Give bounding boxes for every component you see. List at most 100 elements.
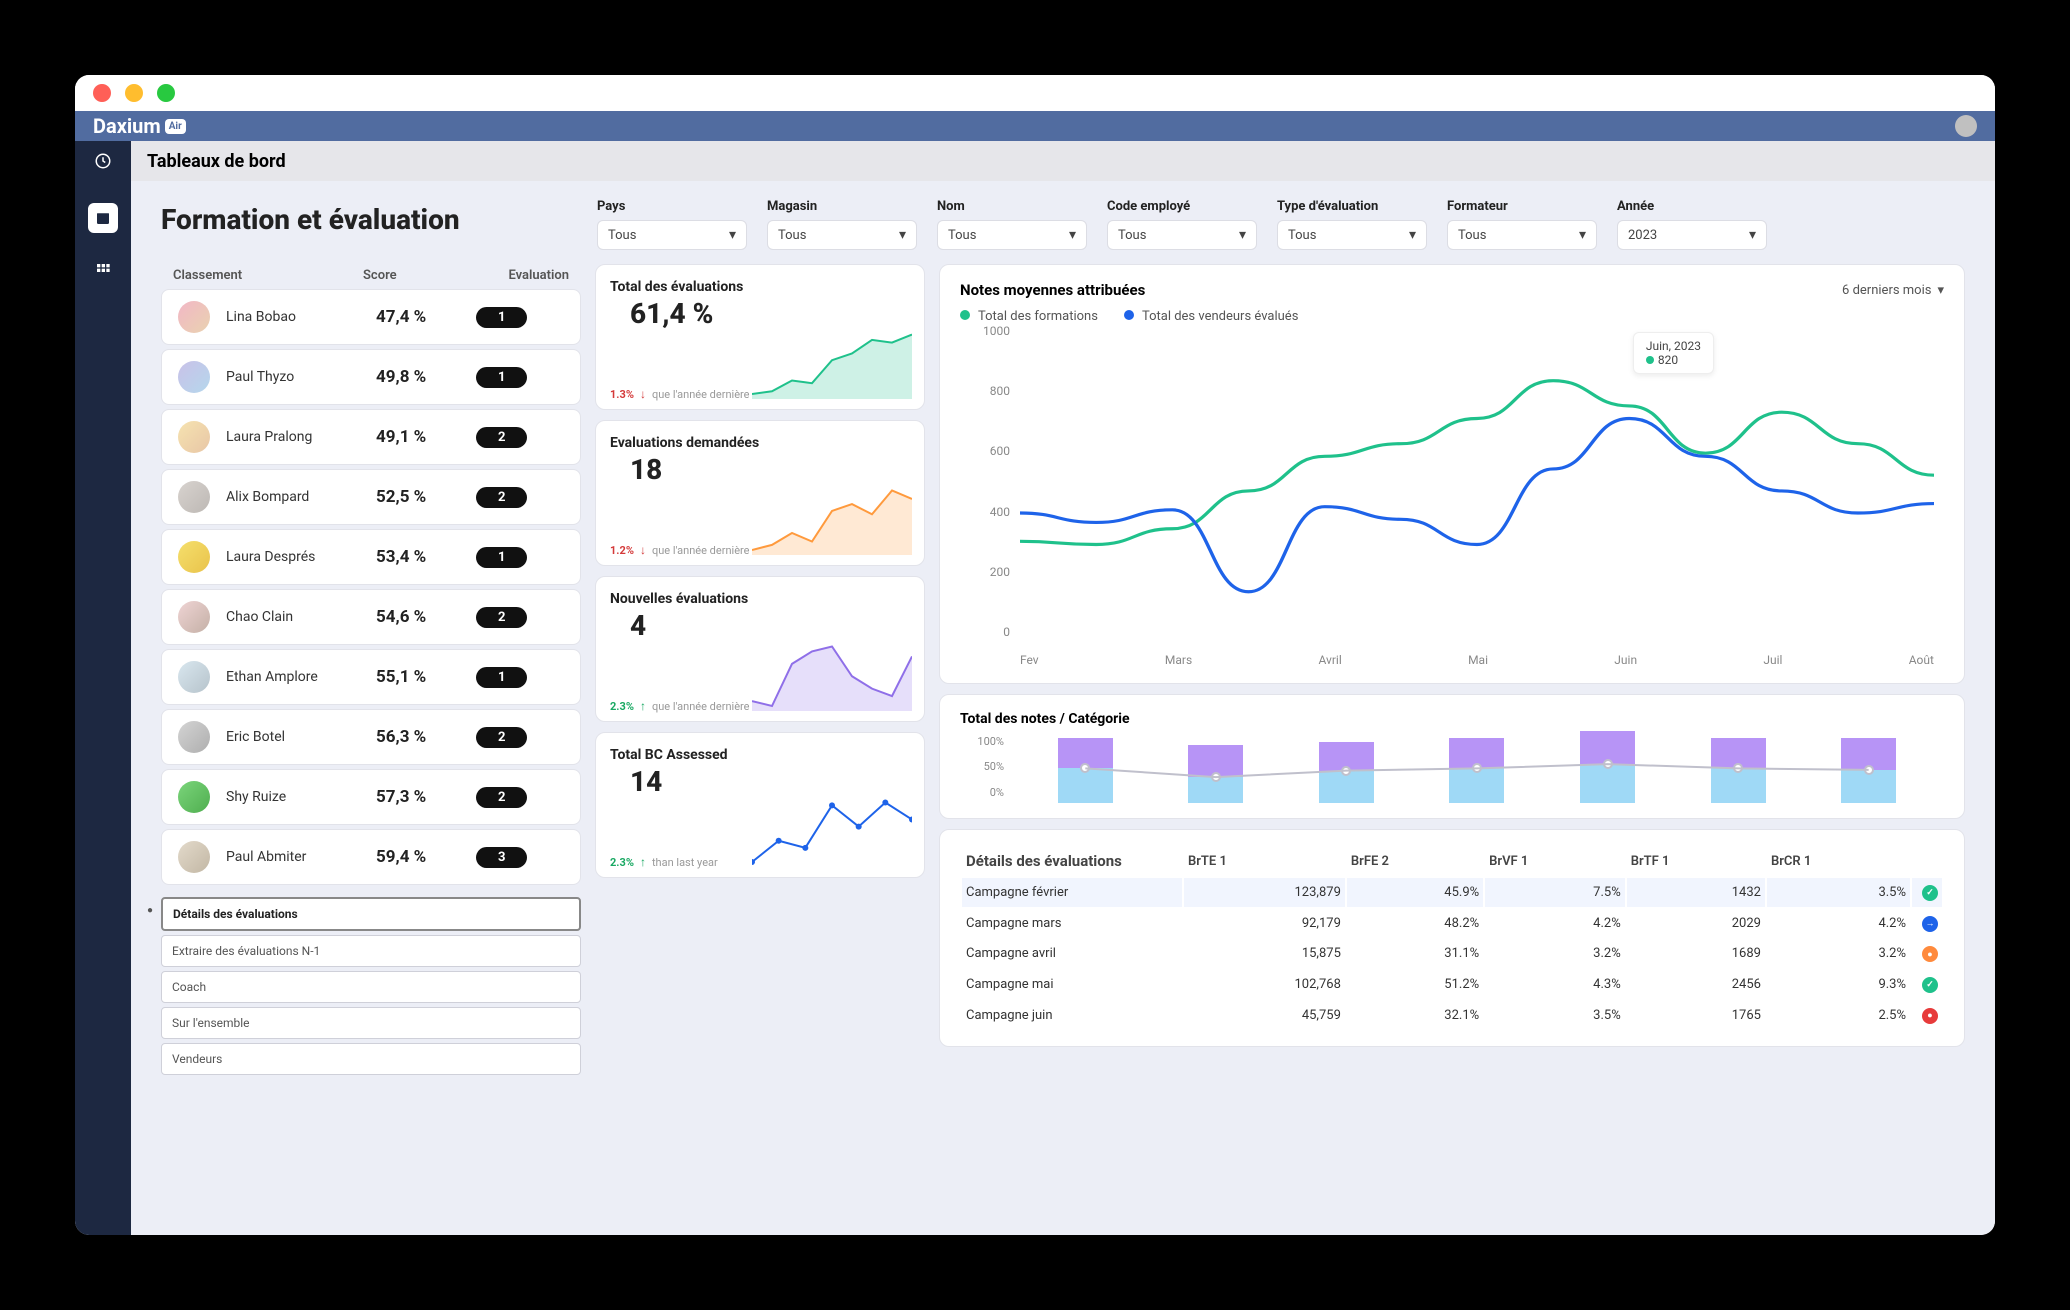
arrow-up-icon: ↑ <box>640 855 646 869</box>
tab[interactable]: Sur l'ensemble <box>161 1007 581 1039</box>
legend-dot-icon <box>1124 310 1134 320</box>
tab[interactable]: Coach <box>161 971 581 1003</box>
right-column: Notes moyennes attribuées 6 derniers moi… <box>939 264 1965 1217</box>
filter-select[interactable]: Tous▾ <box>767 220 917 250</box>
chevron-down-icon: ▾ <box>1069 227 1076 243</box>
table-row[interactable]: Campagne mai102,76851.2%4.3%24569.3%✓ <box>962 970 1942 999</box>
chevron-down-icon: ▾ <box>1239 227 1246 243</box>
kpi-value: 4 <box>610 609 910 642</box>
filter-select[interactable]: Tous▾ <box>1107 220 1257 250</box>
nav-dashboard[interactable] <box>88 203 118 233</box>
table-row[interactable]: Campagne février123,87945.9%7.5%14323.5%… <box>962 878 1942 907</box>
details-table: Détails des évaluationsBrTE 1BrFE 2BrVF … <box>960 844 1944 1032</box>
kpi-note: que l'année dernière <box>652 700 750 713</box>
row-eval-badge: 2 <box>476 607 527 628</box>
tab[interactable]: Détails des évaluations <box>161 897 581 931</box>
table-row[interactable]: Campagne juin45,75932.1%3.5%17652.5%● <box>962 1001 1942 1030</box>
marker-dot-icon <box>1211 772 1221 782</box>
stacked-bar <box>1711 738 1766 803</box>
filter-select[interactable]: Tous▾ <box>597 220 747 250</box>
row-name: Laura Pralong <box>226 429 376 445</box>
marker-dot-icon <box>1472 763 1482 773</box>
tab[interactable]: Extraire des évaluations N-1 <box>161 935 581 967</box>
kpi-card: Nouvelles évaluations42.3% ↑ que l'année… <box>595 576 925 722</box>
ranking-list: Lina Bobao47,4 %1Paul Thyzo49,8 %1Laura … <box>161 289 581 885</box>
rank-row[interactable]: Paul Thyzo49,8 %1 <box>161 349 581 405</box>
kpi-title: Total BC Assessed <box>610 747 910 763</box>
row-score: 53,4 % <box>376 547 476 567</box>
period-selector[interactable]: 6 derniers mois ▾ <box>1842 283 1944 298</box>
kpi-title: Evaluations demandées <box>610 435 910 451</box>
rank-row[interactable]: Lina Bobao47,4 %1 <box>161 289 581 345</box>
rank-row[interactable]: Ethan Amplore55,1 %1 <box>161 649 581 705</box>
kpi-pct: 2.3% <box>610 856 634 869</box>
tab[interactable]: Vendeurs <box>161 1043 581 1075</box>
avatar <box>178 721 210 753</box>
filter-select[interactable]: 2023▾ <box>1617 220 1767 250</box>
row-eval-badge: 1 <box>476 547 527 568</box>
filter-0: PaysTous▾ <box>597 199 747 250</box>
stacked-chart-card: Total des notes / Catégorie 100%50%0% <box>939 694 1965 819</box>
kpi-pct: 2.3% <box>610 700 634 713</box>
row-name: Laura Després <box>226 549 376 565</box>
avatar <box>178 541 210 573</box>
row-eval-badge: 2 <box>476 727 527 748</box>
line-chart-card: Notes moyennes attribuées 6 derniers moi… <box>939 264 1965 684</box>
rank-row[interactable]: Shy Ruize57,3 %2 <box>161 769 581 825</box>
kpi-pct: 1.3% <box>610 388 634 401</box>
rank-row[interactable]: Laura Després53,4 %1 <box>161 529 581 585</box>
sidebar-nav <box>75 181 131 1235</box>
ranking-panel: Classement Score Evaluation Lina Bobao47… <box>161 264 581 1217</box>
row-eval-badge: 1 <box>476 307 527 328</box>
chevron-down-icon: ▾ <box>729 227 736 243</box>
kpi-card: Evaluations demandées181.2% ↓ que l'anné… <box>595 420 925 566</box>
filter-3: Code employéTous▾ <box>1107 199 1257 250</box>
nav-icon-history[interactable] <box>75 141 131 181</box>
arrow-down-icon: ↓ <box>640 543 646 557</box>
filters-row: Formation et évaluation PaysTous▾Magasin… <box>131 181 1995 250</box>
stacked-y-axis: 100%50%0% <box>960 731 1010 803</box>
plot-area: Juin, 2023 820 <box>1020 324 1934 639</box>
filter-select[interactable]: Tous▾ <box>1277 220 1427 250</box>
chart-tooltip: Juin, 2023 820 <box>1633 332 1714 374</box>
rank-row[interactable]: Eric Botel56,3 %2 <box>161 709 581 765</box>
avatar <box>178 601 210 633</box>
rank-row[interactable]: Laura Pralong49,1 %2 <box>161 409 581 465</box>
close-icon[interactable] <box>93 84 111 102</box>
kpi-value: 18 <box>610 453 910 486</box>
minimize-icon[interactable] <box>125 84 143 102</box>
table-row[interactable]: Campagne mars92,17948.2%4.2%20294.2%→ <box>962 909 1942 938</box>
nav-grid[interactable] <box>88 255 118 285</box>
sparkline <box>752 485 912 555</box>
status-icon: ✓ <box>1922 885 1938 901</box>
row-score: 57,3 % <box>376 787 476 807</box>
avatar <box>178 301 210 333</box>
row-eval-badge: 2 <box>476 427 527 448</box>
rank-row[interactable]: Chao Clain54,6 %2 <box>161 589 581 645</box>
legend-dot-icon <box>960 310 970 320</box>
row-score: 56,3 % <box>376 727 476 747</box>
detail-tabs: Détails des évaluations Extraire des éval… <box>161 897 581 1079</box>
row-name: Ethan Amplore <box>226 669 376 685</box>
stacked-bars <box>1010 731 1944 803</box>
chart-legend: Total des formationsTotal des vendeurs é… <box>960 309 1944 324</box>
filter-select[interactable]: Tous▾ <box>1447 220 1597 250</box>
table-header: Détails des évaluationsBrTE 1BrFE 2BrVF … <box>962 846 1942 876</box>
user-avatar[interactable] <box>1955 115 1977 137</box>
fullscreen-icon[interactable] <box>157 84 175 102</box>
rank-row[interactable]: Paul Abmiter59,4 %3 <box>161 829 581 885</box>
rank-row[interactable]: Alix Bompard52,5 %2 <box>161 469 581 525</box>
kpi-value: 14 <box>610 765 910 798</box>
titlebar <box>75 75 1995 111</box>
status-icon: ✓ <box>1922 977 1938 993</box>
chevron-down-icon: ▾ <box>1409 227 1416 243</box>
table-row[interactable]: Campagne avril15,87531.1%3.2%16893.2%● <box>962 940 1942 969</box>
marker-dot-icon <box>1080 763 1090 773</box>
avatar <box>178 781 210 813</box>
avatar <box>178 421 210 453</box>
y-axis: 10008006004002000 <box>960 324 1010 639</box>
row-eval-badge: 2 <box>476 787 527 808</box>
filter-select[interactable]: Tous▾ <box>937 220 1087 250</box>
row-eval-badge: 3 <box>476 847 527 868</box>
row-name: Lina Bobao <box>226 309 376 325</box>
